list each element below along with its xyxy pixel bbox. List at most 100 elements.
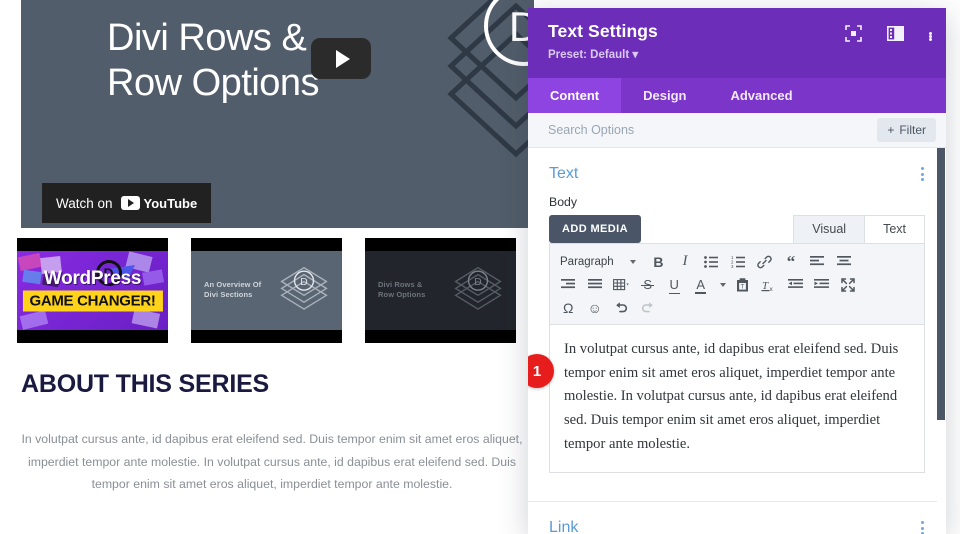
wysiwyg-editor: ADD MEDIA Visual Text Paragraph B I: [549, 215, 925, 473]
align-left-icon[interactable]: [804, 250, 831, 273]
toolbar-row-2: S U A T Tx: [555, 273, 919, 296]
thumbnail-divi-rows-row-options[interactable]: Divi Rows & Row Options D: [365, 238, 516, 343]
emoji-icon[interactable]: ☺: [582, 296, 609, 319]
special-character-icon[interactable]: Ω: [555, 296, 582, 319]
watch-on-label: Watch on: [56, 196, 113, 211]
video-hero[interactable]: D Divi Rows & Row Options Watch on YouTu…: [21, 0, 534, 228]
panel-preset-selector[interactable]: Preset: Default ▾: [548, 47, 928, 61]
tab-content[interactable]: Content: [528, 78, 621, 113]
thumbnail-line1: Divi Rows &: [378, 280, 425, 291]
add-media-button[interactable]: ADD MEDIA: [549, 215, 641, 243]
svg-text:D: D: [474, 276, 481, 287]
hero-title-line2: Row Options: [107, 61, 437, 106]
italic-icon[interactable]: I: [672, 250, 699, 273]
play-icon: [336, 50, 350, 68]
section-header-link: Link: [528, 502, 946, 534]
panel-header: Text Settings Preset: Default ▾: [528, 8, 946, 78]
bold-icon[interactable]: B: [645, 250, 672, 273]
toolbar-row-1: Paragraph B I 123 “: [555, 250, 919, 273]
fullscreen-icon[interactable]: [835, 273, 862, 296]
thumbnail-line1: An Overview Of: [204, 280, 261, 291]
editor-body-paragraph: In volutpat cursus ante, id dapibus erat…: [564, 338, 910, 456]
panel-tabs: Content Design Advanced: [528, 78, 946, 113]
thumbnail-artwork: Divi Rows & Row Options D: [365, 251, 516, 330]
editor-topbar: ADD MEDIA Visual Text: [549, 215, 925, 243]
decrease-indent-icon[interactable]: [782, 273, 809, 296]
svg-text:D: D: [300, 276, 307, 287]
letterbox-bottom: [17, 330, 168, 343]
table-icon[interactable]: [608, 273, 635, 296]
bulleted-list-icon[interactable]: [698, 250, 725, 273]
letterbox-top: [191, 238, 342, 251]
letterbox-top: [365, 238, 516, 251]
toolbar-row-3: Ω ☺: [555, 296, 919, 319]
redo-icon[interactable]: [635, 296, 662, 319]
play-button[interactable]: [311, 38, 371, 79]
youtube-label: YouTube: [144, 196, 198, 211]
thumbnail-line2: Row Options: [378, 291, 425, 302]
editor-content-area[interactable]: In volutpat cursus ante, id dapibus erat…: [549, 325, 925, 473]
clear-formatting-icon[interactable]: Tx: [756, 273, 783, 296]
svg-text:x: x: [770, 286, 774, 292]
thumbnail-artwork: An Overview Of Divi Sections D: [191, 251, 342, 330]
text-settings-panel: Text Settings Preset: Default ▾: [528, 8, 946, 534]
paste-as-text-icon[interactable]: T: [729, 273, 756, 296]
more-options-icon[interactable]: [921, 167, 924, 181]
strikethrough-icon[interactable]: S: [635, 273, 662, 296]
chevron-down-icon[interactable]: [714, 273, 729, 296]
thumbnail-overview-divi-sections[interactable]: An Overview Of Divi Sections D: [191, 238, 342, 343]
watch-on-youtube-button[interactable]: Watch on YouTube: [42, 183, 211, 223]
more-options-icon[interactable]: [921, 521, 924, 534]
underline-icon[interactable]: U: [661, 273, 688, 296]
chevron-down-icon[interactable]: [619, 250, 646, 273]
chevron-down-icon: ▾: [632, 49, 638, 61]
section-title-text: Text: [549, 165, 578, 183]
panel-preset-label: Preset: Default: [548, 49, 629, 61]
link-icon[interactable]: [751, 250, 778, 273]
tab-text-editor[interactable]: Text: [865, 215, 925, 243]
increase-indent-icon[interactable]: [809, 273, 836, 296]
focus-target-icon[interactable]: [845, 25, 862, 47]
text-color-icon[interactable]: A: [688, 273, 715, 296]
thumbnail-line1: WordPress: [44, 268, 141, 290]
hero-title-line1: Divi Rows &: [107, 16, 437, 61]
section-header-text: Text: [528, 148, 946, 183]
search-options-bar: + Filter: [528, 113, 946, 148]
more-options-icon[interactable]: [929, 32, 932, 41]
thumbnail-artwork: D WordPress GAME CHANGER!: [17, 251, 168, 330]
align-center-icon[interactable]: [831, 250, 858, 273]
filter-button[interactable]: + Filter: [877, 118, 936, 142]
editor-mode-tabs: Visual Text: [793, 215, 925, 243]
panel-layout-icon[interactable]: [887, 26, 904, 46]
scrollbar-thumb[interactable]: [937, 148, 945, 420]
body-field-label: Body: [528, 183, 946, 215]
paragraph-format-select[interactable]: Paragraph: [555, 250, 619, 273]
letterbox-bottom: [191, 330, 342, 343]
about-this-series-body: In volutpat cursus ante, id dapibus erat…: [12, 428, 532, 496]
tab-visual-editor[interactable]: Visual: [793, 215, 865, 243]
svg-text:3: 3: [731, 264, 734, 268]
undo-icon[interactable]: [608, 296, 635, 319]
thumbnail-line2: GAME CHANGER!: [22, 290, 162, 311]
search-input[interactable]: [548, 123, 877, 137]
filter-button-label: Filter: [899, 123, 926, 137]
letterbox-bottom: [365, 330, 516, 343]
blockquote-icon[interactable]: “: [778, 250, 805, 273]
plus-icon: +: [887, 123, 894, 137]
svg-text:T: T: [740, 284, 744, 290]
tab-advanced[interactable]: Advanced: [708, 78, 814, 113]
panel-scrollbar[interactable]: [937, 148, 946, 534]
video-thumbnail-list: D WordPress GAME CHANGER! An Overview Of…: [17, 238, 517, 343]
panel-body: Text Body ADD MEDIA Visual Text Paragrap…: [528, 148, 946, 534]
panel-header-icons: [845, 25, 932, 47]
thumbnail-line2: Divi Sections: [204, 291, 261, 302]
editor-toolbar: Paragraph B I 123 “: [549, 243, 925, 325]
align-right-icon[interactable]: [555, 273, 582, 296]
thumbnail-wordpress-game-changer[interactable]: D WordPress GAME CHANGER!: [17, 238, 168, 343]
section-title-link: Link: [549, 519, 578, 534]
tab-design[interactable]: Design: [621, 78, 708, 113]
youtube-icon: [121, 196, 140, 210]
align-justify-icon[interactable]: [582, 273, 609, 296]
page-content-canvas: D Divi Rows & Row Options Watch on YouTu…: [0, 0, 534, 534]
numbered-list-icon[interactable]: 123: [725, 250, 752, 273]
